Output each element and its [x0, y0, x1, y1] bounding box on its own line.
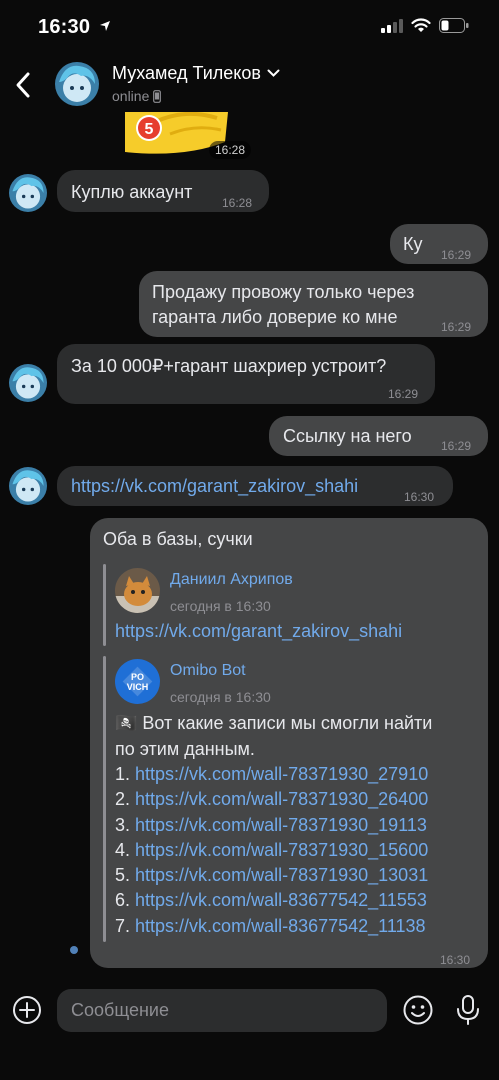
message-time: 16:29	[441, 248, 472, 262]
chevron-down-icon[interactable]	[267, 69, 280, 78]
status-indicators	[381, 18, 469, 33]
list-item: 1. https://vk.com/wall-78371930_27910	[115, 764, 429, 784]
contact-status: online	[112, 88, 162, 104]
wall-link[interactable]: https://vk.com/wall-83677542_11138	[135, 916, 426, 936]
plus-circle-icon[interactable]	[12, 995, 42, 1025]
message-time: 16:30	[404, 490, 435, 504]
forward-date: сегодня в 16:30	[170, 689, 271, 705]
forward-bar	[103, 656, 106, 942]
unread-indicator	[70, 946, 78, 954]
message-input-placeholder: Сообщение	[71, 1000, 169, 1020]
message-bubble[interactable]: Продажу провожу только через гаранта либ…	[139, 271, 488, 337]
wall-link[interactable]: https://vk.com/wall-83677542_11553	[135, 890, 427, 910]
forward-text-line: 🏴‍☠️ Вот какие записи мы смогли найти	[115, 713, 433, 733]
bot-avatar-text: PO	[131, 672, 144, 682]
svg-text:5: 5	[145, 121, 154, 138]
avatar[interactable]	[55, 62, 99, 106]
wall-link[interactable]: https://vk.com/wall-78371930_19113	[135, 815, 427, 835]
list-item: 4. https://vk.com/wall-78371930_15600	[115, 839, 429, 860]
message-input[interactable]: Сообщение	[57, 989, 387, 1032]
status-time: 16:30	[38, 16, 111, 39]
message-bubble[interactable]: Ссылку на него 16:29	[269, 416, 488, 456]
message-time: 16:29	[441, 320, 472, 334]
bot-avatar-text: VICH	[127, 682, 149, 692]
forward-bar	[103, 564, 106, 646]
wifi-icon	[411, 18, 431, 32]
wall-link-list: 1. https://vk.com/wall-78371930_27910 2.…	[115, 762, 428, 939]
bot-avatar[interactable]: PO VICH	[115, 659, 160, 704]
message-bubble[interactable]: За 10 000₽+гарант шахриер устроит? 16:29	[57, 344, 435, 404]
message-time: 16:29	[388, 387, 419, 401]
message-time: 16:28	[222, 196, 253, 210]
forward-author[interactable]: Даниил Ахрипов	[170, 570, 293, 590]
wall-link[interactable]: https://vk.com/wall-78371930_26400	[135, 789, 428, 809]
message-bubble[interactable]: https://vk.com/garant_zakirov_shahi 16:3…	[57, 466, 453, 506]
forward-date: сегодня в 16:30	[170, 598, 271, 614]
message-text-line: гаранта либо доверие ко мне	[152, 307, 398, 327]
forward-text-line: по этим данным.	[115, 739, 255, 759]
avatar[interactable]	[9, 364, 47, 402]
message-text: Куплю аккаунт	[71, 182, 193, 202]
location-arrow-icon	[99, 21, 110, 31]
message-text: Ссылку на него	[283, 426, 412, 446]
wall-link[interactable]: https://vk.com/wall-78371930_27910	[135, 764, 428, 784]
list-item: 5. https://vk.com/wall-78371930_13031	[115, 865, 429, 886]
forward-author[interactable]: Omibo Bot	[170, 661, 246, 681]
avatar[interactable]	[9, 467, 47, 505]
sticker-timestamp: 16:28	[209, 141, 252, 159]
message-time: 16:29	[441, 439, 472, 453]
signal-icon	[381, 18, 403, 33]
message-text: Ку	[403, 234, 423, 254]
contact-name[interactable]: Мухамед Тилеков	[112, 63, 280, 84]
smile-icon[interactable]	[402, 994, 434, 1026]
list-item: 3. https://vk.com/wall-78371930_19113	[115, 814, 427, 835]
wall-link[interactable]: https://vk.com/wall-78371930_15600	[135, 840, 428, 860]
message-text-line: Продажу провожу только через	[152, 282, 415, 302]
forward-link[interactable]: https://vk.com/garant_zakirov_shahi	[115, 619, 402, 644]
wall-link[interactable]: https://vk.com/wall-78371930_13031	[135, 865, 428, 885]
message-text: За 10 000₽+гарант шахриер устроит?	[71, 356, 387, 376]
battery-icon	[439, 18, 469, 33]
avatar[interactable]	[9, 174, 47, 212]
list-item: 7. https://vk.com/wall-83677542_11138	[115, 915, 426, 936]
message-time: 16:30	[440, 953, 471, 967]
message-text: Оба в базы, сучки	[103, 529, 253, 549]
list-item: 2. https://vk.com/wall-78371930_26400	[115, 789, 429, 810]
phone-icon	[153, 89, 162, 103]
microphone-icon[interactable]	[455, 994, 481, 1026]
chevron-left-icon[interactable]	[10, 66, 38, 104]
message-link[interactable]: https://vk.com/garant_zakirov_shahi	[71, 474, 358, 499]
message-bubble[interactable]: Куплю аккаунт 16:28	[57, 170, 269, 212]
avatar[interactable]	[115, 568, 160, 613]
message-bubble[interactable]: Ку 16:29	[390, 224, 488, 264]
list-item: 6. https://vk.com/wall-83677542_11553	[115, 890, 427, 911]
message-bubble-forwarded[interactable]: Оба в базы, сучки Даниил Ахрипов сегодня…	[90, 518, 488, 968]
